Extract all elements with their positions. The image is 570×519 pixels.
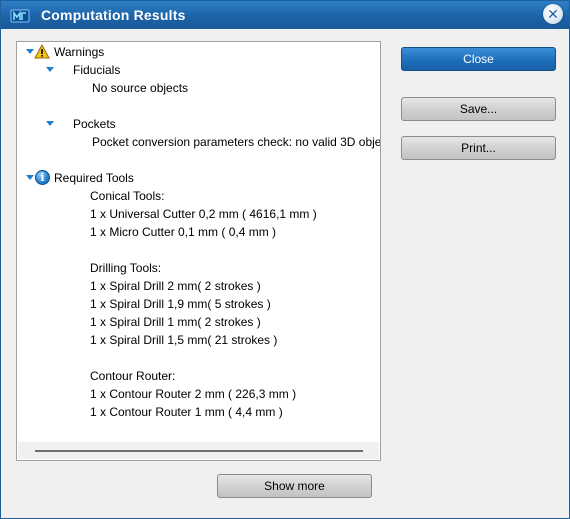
tool-item: 1 x Spiral Drill 1,5 mm( 21 strokes ) bbox=[90, 333, 278, 347]
close-button[interactable]: Close bbox=[401, 47, 556, 71]
fiducials-message: No source objects bbox=[92, 81, 189, 95]
tool-group-heading: Drilling Tools: bbox=[90, 261, 162, 275]
pockets-node-label[interactable]: Pockets bbox=[73, 117, 116, 131]
pockets-expand-arrow-icon[interactable] bbox=[46, 121, 54, 126]
window-title: Computation Results bbox=[41, 7, 186, 23]
tool-group-heading: Contour Router: bbox=[90, 369, 176, 383]
computation-results-window: Computation Results ✕ Warnings Fiducials… bbox=[0, 0, 570, 519]
tool-item: 1 x Spiral Drill 1 mm( 2 strokes ) bbox=[90, 315, 261, 329]
fiducials-node-label[interactable]: Fiducials bbox=[73, 63, 120, 77]
tool-item: 1 x Micro Cutter 0,1 mm ( 0,4 mm ) bbox=[90, 225, 277, 239]
required-tools-expand-arrow-icon[interactable] bbox=[26, 175, 34, 180]
results-tree: Warnings Fiducials No source objects Poc… bbox=[17, 42, 380, 442]
tool-item: 1 x Contour Router 2 mm ( 226,3 mm ) bbox=[90, 387, 297, 401]
tool-item: 1 x Universal Cutter 0,2 mm ( 4616,1 mm … bbox=[90, 207, 317, 221]
title-bar[interactable]: Computation Results ✕ bbox=[1, 1, 569, 29]
tool-item: 1 x Contour Router 1 mm ( 4,4 mm ) bbox=[90, 405, 283, 419]
required-tools-node-label[interactable]: Required Tools bbox=[54, 171, 134, 185]
warnings-expand-arrow-icon[interactable] bbox=[26, 49, 34, 54]
scrollbar-thumb[interactable] bbox=[35, 450, 363, 452]
tool-group-heading: Conical Tools: bbox=[90, 189, 165, 203]
close-icon: ✕ bbox=[547, 6, 559, 22]
fiducials-expand-arrow-icon[interactable] bbox=[46, 67, 54, 72]
horizontal-scrollbar[interactable] bbox=[18, 442, 379, 459]
print-button[interactable]: Print... bbox=[401, 136, 556, 160]
tool-item: 1 x Spiral Drill 2 mm( 2 strokes ) bbox=[90, 279, 261, 293]
tool-item: 1 x Spiral Drill 1,9 mm( 5 strokes ) bbox=[90, 297, 271, 311]
warning-icon bbox=[34, 44, 50, 59]
show-more-button[interactable]: Show more bbox=[217, 474, 372, 498]
warnings-node-label[interactable]: Warnings bbox=[54, 45, 104, 59]
results-panel[interactable]: Warnings Fiducials No source objects Poc… bbox=[16, 41, 381, 461]
app-logo-icon bbox=[10, 9, 30, 23]
save-button[interactable]: Save... bbox=[401, 97, 556, 121]
window-close-button[interactable]: ✕ bbox=[543, 4, 563, 24]
info-icon: i bbox=[35, 170, 50, 185]
pockets-message: Pocket conversion parameters check: no v… bbox=[92, 135, 380, 149]
